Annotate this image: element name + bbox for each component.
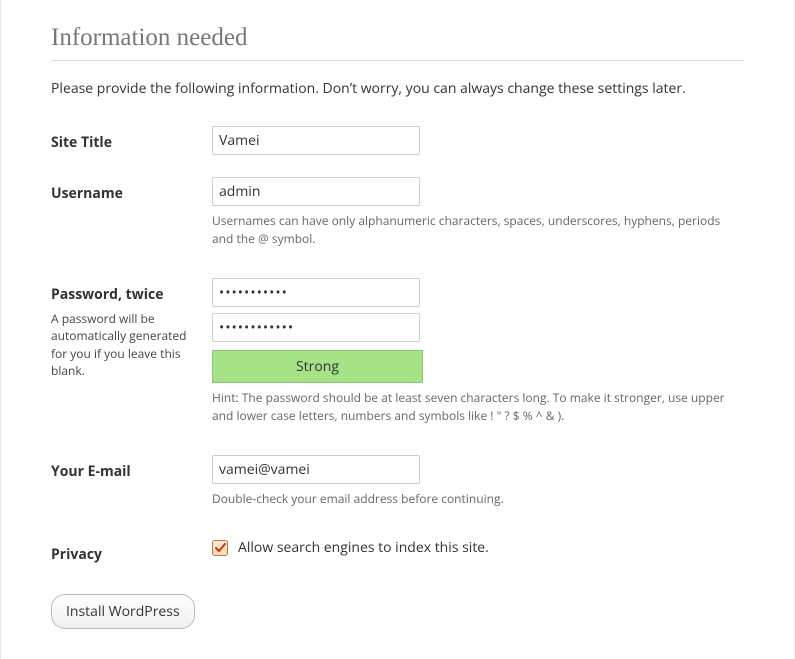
username-label: Username [51,184,123,203]
site-title-input[interactable] [212,126,420,155]
password-label-hint: A password will be automatically generat… [51,310,212,380]
password-strength-meter: Strong [212,350,423,383]
intro-text: Please provide the following information… [51,79,744,98]
row-password: Password, twice A password will be autom… [51,278,744,425]
install-button[interactable]: Install WordPress [51,594,195,629]
row-site-title: Site Title [51,126,744,155]
username-hint: Usernames can have only alphanumeric cha… [212,212,744,248]
site-title-label: Site Title [51,133,112,152]
page-title: Information needed [51,0,744,61]
row-privacy: Privacy Allow search engines to index th… [51,538,744,564]
email-hint: Double-check your email address before c… [212,490,744,508]
password-label: Password, twice [51,285,163,304]
password-input-1[interactable] [212,278,420,307]
privacy-label: Privacy [51,545,102,564]
check-icon [214,542,226,554]
email-label: Your E-mail [51,462,131,481]
install-form: Information needed Please provide the fo… [0,0,795,659]
row-email: Your E-mail Double-check your email addr… [51,455,744,508]
email-input[interactable] [212,455,420,484]
username-input[interactable] [212,177,420,206]
row-username: Username Usernames can have only alphanu… [51,177,744,248]
submit-row: Install WordPress [51,594,744,629]
privacy-checkbox[interactable] [212,540,228,556]
password-hint: Hint: The password should be at least se… [212,389,744,425]
privacy-checkbox-label: Allow search engines to index this site. [238,538,489,557]
password-input-2[interactable] [212,313,420,342]
